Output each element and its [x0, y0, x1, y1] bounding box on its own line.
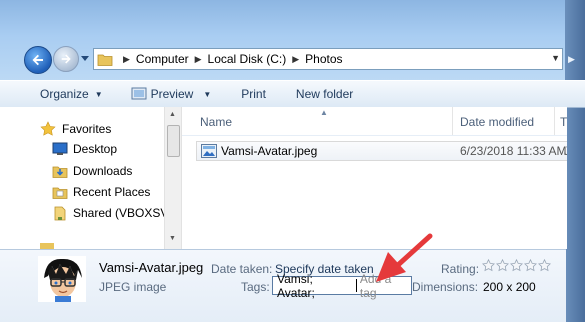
forward-button[interactable]	[53, 46, 79, 72]
rating-stars[interactable]	[482, 259, 552, 272]
column-date-modified[interactable]: Date modified	[460, 115, 534, 129]
file-name: Vamsi-Avatar.jpeg	[221, 144, 318, 158]
star-icon[interactable]	[538, 259, 551, 272]
nav-downloads[interactable]: Downloads	[52, 163, 132, 179]
image-file-icon	[201, 144, 217, 158]
chevron-down-icon	[81, 56, 89, 61]
nav-recent-places[interactable]: Recent Places	[52, 184, 150, 200]
scroll-thumb[interactable]	[167, 125, 180, 157]
text-cursor	[355, 279, 357, 292]
file-date: 6/23/2018 11:33 AM	[460, 144, 567, 158]
explorer-window: ▶ Computer ▶ Local Disk (C:) ▶ Photos ▼ ▶ …	[0, 0, 585, 322]
column-headers: ▲ Name Date modified T	[182, 107, 567, 136]
navigation-pane: Favorites Desktop Downloads Recent Place…	[0, 107, 180, 249]
file-row[interactable]: Vamsi-Avatar.jpeg 6/23/2018 11:33 AM J	[196, 141, 567, 161]
organize-button[interactable]: Organize ▼	[40, 87, 103, 101]
nav-desktop[interactable]: Desktop	[52, 142, 117, 156]
avatar-thumbnail	[38, 256, 86, 302]
desktop-icon	[52, 142, 68, 155]
new-folder-label: New folder	[295, 87, 354, 101]
recent-places-icon	[52, 187, 68, 199]
chevron-down-icon: ▼	[203, 89, 212, 99]
folder-icon	[97, 54, 113, 66]
breadcrumb-local-disk[interactable]: Local Disk (C:) ▶	[208, 52, 306, 66]
address-dropdown-icon[interactable]: ▼	[551, 53, 560, 63]
nav-favorites-label: Favorites	[62, 122, 112, 136]
tags-value: Vamsi; Avatar;	[277, 271, 315, 300]
nav-downloads-label: Downloads	[73, 164, 133, 178]
breadcrumb-computer[interactable]: Computer ▶	[136, 52, 208, 66]
print-label: Print	[241, 87, 266, 101]
scroll-up-icon[interactable]: ▲	[169, 111, 176, 118]
scroll-down-icon[interactable]: ▼	[169, 235, 176, 242]
file-list: ▲ Name Date modified T Vamsi-Avatar.jpeg…	[181, 107, 567, 249]
date-taken-label: Date taken:	[211, 262, 273, 276]
column-type[interactable]: T	[560, 115, 567, 129]
nav-recent-places-label: Recent Places	[73, 185, 151, 199]
arrow-right-icon	[61, 54, 71, 64]
command-bar: Organize ▼ Preview ▼ Print New folder	[0, 80, 585, 108]
network-folder-icon	[54, 206, 66, 221]
star-icon[interactable]	[482, 259, 495, 272]
window-edge	[565, 0, 585, 322]
details-pane: Vamsi-Avatar.jpeg JPEG image Date taken:…	[0, 249, 566, 322]
downloads-icon	[52, 166, 68, 178]
file-type: J	[564, 144, 567, 158]
tags-input[interactable]: Vamsi; Avatar; Add a tag	[272, 272, 412, 300]
dimensions-value: 200 x 200	[483, 280, 536, 294]
preview-label: Preview	[150, 87, 194, 101]
rating-label: Rating:	[441, 262, 480, 276]
star-icon[interactable]	[496, 259, 509, 272]
address-bar[interactable]: ▶ Computer ▶ Local Disk (C:) ▶ Photos ▼	[93, 48, 563, 70]
tags-label: Tags:	[241, 280, 270, 294]
organize-label: Organize	[40, 87, 89, 101]
recent-pages-button[interactable]	[79, 53, 91, 65]
preview-button[interactable]: Preview ▼	[131, 87, 212, 101]
dimensions-label: Dimensions:	[412, 280, 479, 294]
star-icon[interactable]	[510, 259, 523, 272]
back-button[interactable]	[24, 46, 52, 74]
nav-favorites[interactable]: Favorites	[40, 121, 111, 137]
refresh-arrow-icon[interactable]: ▶	[568, 54, 575, 65]
star-icon	[40, 121, 56, 136]
print-button[interactable]: Print	[241, 87, 266, 101]
sort-up-icon: ▲	[320, 108, 328, 117]
details-file-name: Vamsi-Avatar.jpeg	[99, 260, 204, 275]
details-file-type: JPEG image	[99, 280, 167, 294]
column-divider[interactable]	[554, 107, 555, 135]
breadcrumb-sep[interactable]: ▶	[117, 54, 136, 65]
nav-next-group-icon	[40, 241, 56, 249]
nav-desktop-label: Desktop	[73, 142, 118, 156]
breadcrumb-photos[interactable]: Photos	[305, 52, 342, 66]
new-folder-button[interactable]: New folder	[296, 87, 353, 101]
arrow-left-icon	[32, 54, 43, 66]
star-icon[interactable]	[524, 259, 537, 272]
preview-icon	[131, 87, 147, 100]
tags-placeholder: Add a tag	[359, 271, 392, 300]
column-name[interactable]: Name	[200, 115, 232, 129]
nav-scrollbar[interactable]: ▲ ▼	[164, 107, 181, 249]
column-divider[interactable]	[452, 107, 453, 135]
nav-shared[interactable]: Shared (VBOXSVR)	[52, 205, 180, 221]
chevron-down-icon: ▼	[94, 89, 103, 99]
